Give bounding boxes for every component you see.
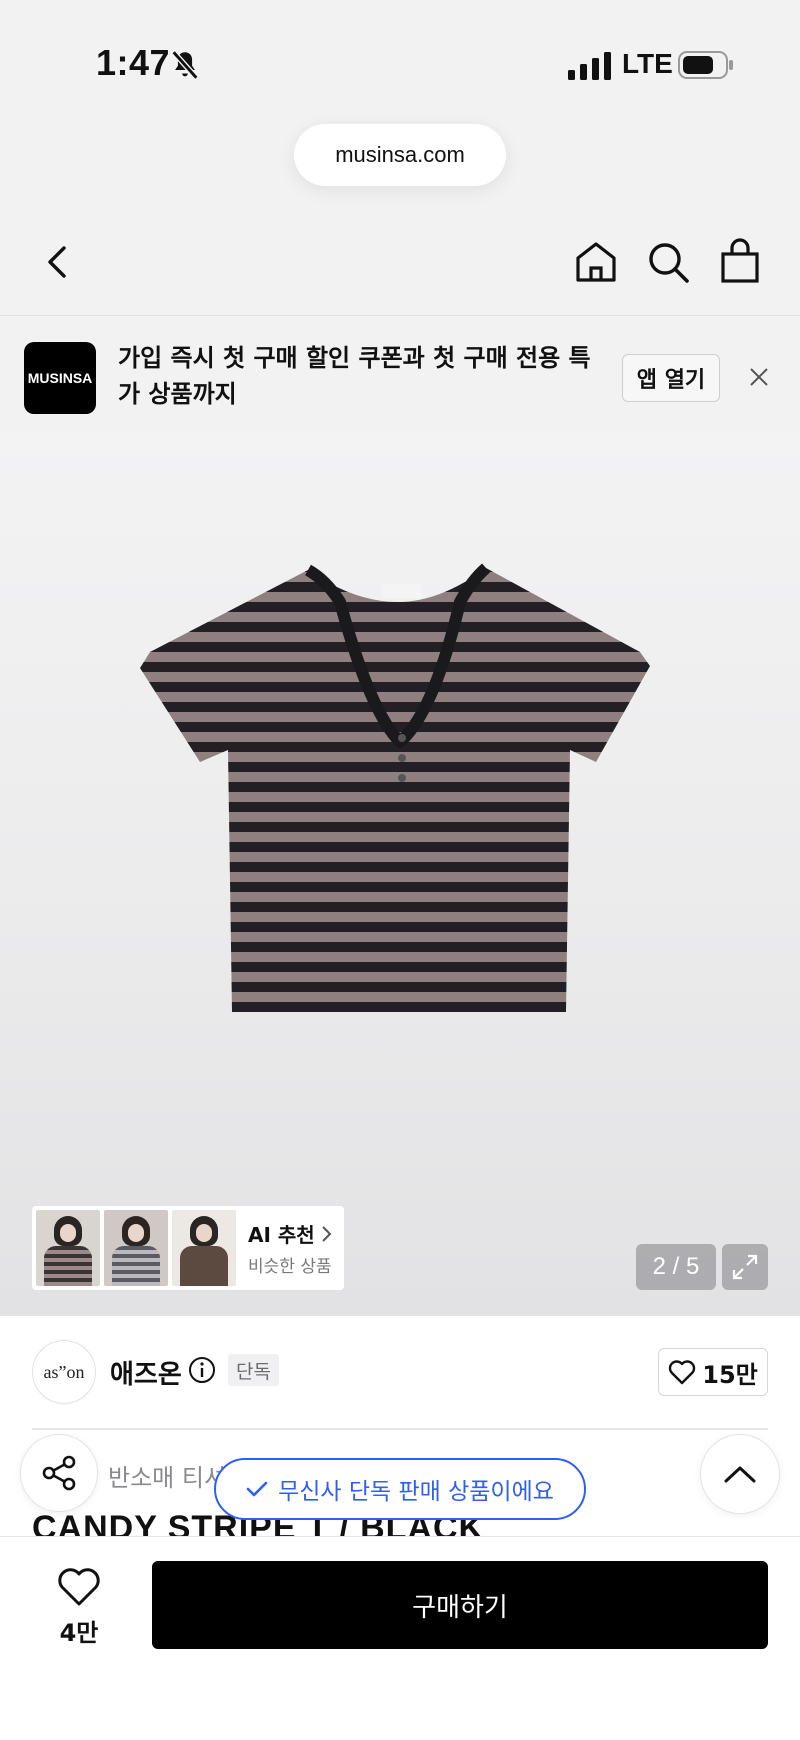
- top-navigation: [0, 210, 800, 316]
- buy-button[interactable]: 구매하기: [152, 1561, 768, 1649]
- scroll-top-button[interactable]: [700, 1434, 780, 1514]
- ai-recommendation-card[interactable]: AI 추천 비슷한 상품: [32, 1206, 344, 1290]
- wishlist-count: 4만: [59, 1619, 99, 1647]
- home-icon[interactable]: [572, 238, 620, 286]
- category-breadcrumb[interactable]: 반소매 티셔: [108, 1458, 226, 1493]
- exclusive-toast: 무신사 단독 판매 상품이에요: [214, 1458, 586, 1520]
- bottom-purchase-bar: 4만 구매하기: [0, 1536, 800, 1740]
- brand-like-button[interactable]: 15만: [658, 1348, 768, 1396]
- chevron-right-icon: [321, 1225, 332, 1242]
- search-icon[interactable]: [644, 238, 692, 286]
- signal-icon: [568, 52, 611, 80]
- heart-icon: [669, 1360, 696, 1385]
- chevron-up-icon: [724, 1466, 756, 1483]
- info-icon[interactable]: [188, 1356, 216, 1384]
- recommendation-thumbnail[interactable]: [172, 1210, 236, 1286]
- brand-logo[interactable]: as”on: [32, 1340, 96, 1404]
- expand-icon: [732, 1254, 758, 1280]
- image-counter: 2 / 5: [636, 1244, 716, 1290]
- status-time: 1:47: [96, 42, 171, 83]
- brand-name[interactable]: 애즈온: [110, 1354, 182, 1391]
- ai-title: AI 추천: [248, 1223, 315, 1247]
- url-bar[interactable]: musinsa.com: [294, 124, 506, 186]
- exclusive-badge: 단독: [228, 1354, 279, 1386]
- promo-text: 가입 즉시 첫 구매 할인 쿠폰과 첫 구매 전용 특가 상품까지: [118, 344, 591, 408]
- network-type: LTE: [622, 48, 673, 79]
- battery-icon: [678, 51, 733, 79]
- check-icon: [246, 1481, 268, 1497]
- ai-subtitle: 비슷한 상품: [248, 1257, 332, 1277]
- open-app-button[interactable]: 앱 열기: [622, 354, 720, 402]
- ai-recommendation-text: AI 추천 비슷한 상품: [248, 1219, 333, 1277]
- recommendation-thumbnail[interactable]: [104, 1210, 168, 1286]
- app-promo-banner: MUSINSA 가입 즉시 첫 구매 할인 쿠폰과 첫 구매 전용 특가 상품까…: [0, 316, 800, 432]
- shopping-bag-icon[interactable]: [716, 238, 764, 286]
- brand-like-count: 15만: [702, 1360, 758, 1389]
- expand-button[interactable]: [722, 1244, 768, 1290]
- recommendation-thumbnail[interactable]: [36, 1210, 100, 1286]
- toast-text: 무신사 단독 판매 상품이에요: [278, 1479, 554, 1505]
- heart-icon: [58, 1568, 100, 1606]
- share-button[interactable]: [20, 1434, 98, 1512]
- back-icon[interactable]: [34, 238, 82, 286]
- brand-row: as”on 애즈온 단독 15만: [0, 1316, 800, 1428]
- product-image-gallery[interactable]: AI 추천 비슷한 상품 2 / 5: [0, 432, 800, 1316]
- bell-muted-icon: [171, 50, 199, 80]
- wishlist-button[interactable]: 4만: [46, 1567, 112, 1648]
- divider: [32, 1428, 768, 1430]
- close-icon[interactable]: [744, 362, 774, 392]
- share-icon: [42, 1455, 76, 1491]
- musinsa-logo: MUSINSA: [24, 342, 96, 414]
- product-image: [140, 563, 650, 1012]
